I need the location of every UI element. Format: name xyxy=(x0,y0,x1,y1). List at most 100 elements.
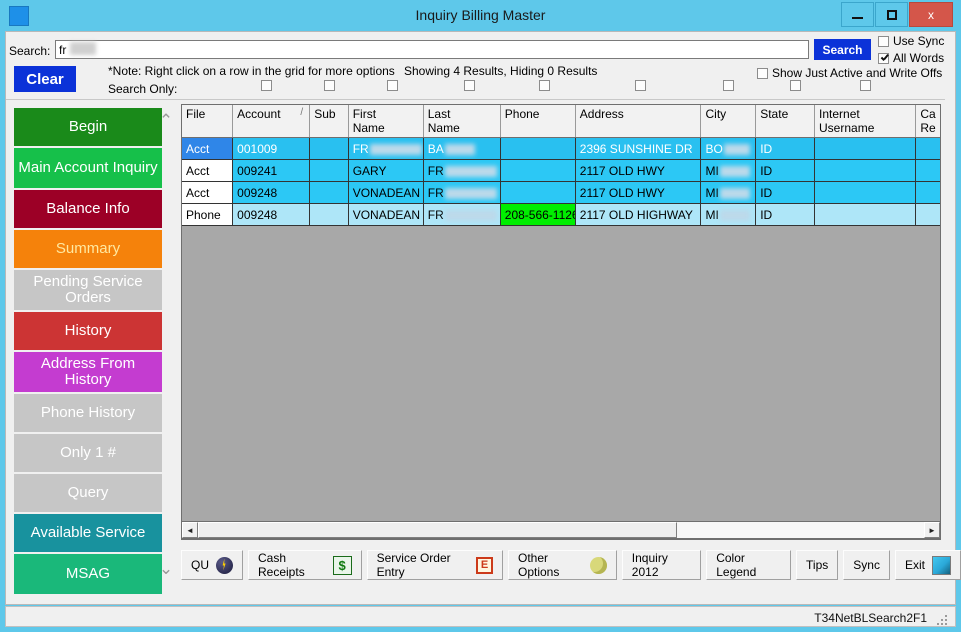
table-row[interactable]: Phone 009248 VONADEAN FR 208-566-1126 2117 OL… xyxy=(182,203,940,226)
sidebar-item-phone-history[interactable]: Phone History xyxy=(14,394,162,432)
sidebar-item-msag[interactable]: MSAG xyxy=(14,554,162,594)
all-words-checkbox[interactable] xyxy=(878,52,889,64)
sidebar-item-only-1[interactable]: Only 1 # xyxy=(14,434,162,472)
cell-file[interactable]: Acct xyxy=(182,181,234,204)
column-header-ca-re[interactable]: Ca Re xyxy=(915,105,940,138)
toolbar-button-service-order-entry[interactable]: Service Order Entry E xyxy=(366,550,503,580)
show-active-writeoffs-checkbox[interactable] xyxy=(757,67,768,79)
cell-last-name[interactable]: FR xyxy=(423,181,501,204)
cell-account[interactable]: 009248 xyxy=(232,203,311,226)
table-row[interactable]: Acct 001009 FR BA 2396 SUNSHINE DR BO ID xyxy=(182,137,940,160)
sidebar-scroll-down[interactable]: ⌄ xyxy=(156,556,176,582)
table-row[interactable]: Acct 009248 VONADEAN FR 2117 OLD HWY MI ID xyxy=(182,181,940,204)
search-input[interactable] xyxy=(55,40,809,59)
cell-last-name[interactable]: BA xyxy=(423,137,501,160)
cell-internet-username[interactable] xyxy=(814,203,917,226)
show-active-writeoffs-option[interactable]: Show Just Active and Write Offs xyxy=(757,66,942,80)
search-only-checkbox-8[interactable] xyxy=(790,80,801,91)
toolbar-button-color-legend[interactable]: Color Legend xyxy=(706,550,792,580)
sidebar-item-history[interactable]: History xyxy=(14,312,162,350)
cell-address[interactable]: 2117 OLD HWY xyxy=(575,159,702,182)
scroll-left-arrow[interactable]: ◄ xyxy=(182,522,198,538)
search-only-checkbox-9[interactable] xyxy=(860,80,871,91)
cell-city[interactable]: BO xyxy=(700,137,757,160)
cell-state[interactable]: ID xyxy=(755,159,816,182)
sidebar-item-begin[interactable]: Begin xyxy=(14,108,162,146)
cell-internet-username[interactable] xyxy=(814,137,917,160)
sidebar-item-query[interactable]: Query xyxy=(14,474,162,512)
search-button[interactable]: Search xyxy=(814,39,871,60)
table-row[interactable]: Acct 009241 GARY FR 2117 OLD HWY MI ID xyxy=(182,159,940,182)
search-only-checkbox-4[interactable] xyxy=(464,80,475,91)
search-only-checkbox-5[interactable] xyxy=(539,80,550,91)
toolbar-button-exit[interactable]: Exit xyxy=(894,550,961,580)
cell-file[interactable]: Phone xyxy=(182,203,234,226)
sidebar-item-main-account-inquiry[interactable]: Main Account Inquiry xyxy=(14,148,162,188)
column-header-file[interactable]: File xyxy=(182,105,234,138)
sidebar-item-balance-info[interactable]: Balance Info xyxy=(14,190,162,228)
sidebar-scroll-up[interactable]: ⌃ xyxy=(156,108,176,134)
cell-phone[interactable] xyxy=(500,159,576,182)
sidebar-item-available-service[interactable]: Available Service xyxy=(14,514,162,552)
resize-grip[interactable] xyxy=(937,615,948,625)
use-sync-checkbox[interactable] xyxy=(878,35,889,47)
column-header-state[interactable]: State xyxy=(755,105,816,138)
cell-last-name[interactable]: FR xyxy=(423,203,501,226)
cell-sub[interactable] xyxy=(309,137,349,160)
search-only-checkbox-6[interactable] xyxy=(635,80,646,91)
toolbar-button-other-options[interactable]: Other Options xyxy=(508,550,617,580)
cell-account[interactable]: 009248 xyxy=(232,181,311,204)
maximize-button[interactable] xyxy=(875,2,908,27)
minimize-button[interactable] xyxy=(841,2,874,27)
cell-first-name[interactable]: GARY xyxy=(348,159,424,182)
cell-file[interactable]: Acct xyxy=(182,137,234,160)
cell-internet-username[interactable] xyxy=(814,159,917,182)
cell-sub[interactable] xyxy=(309,181,349,204)
cell-state[interactable]: ID xyxy=(755,137,816,160)
cell-address[interactable]: 2396 SUNSHINE DR xyxy=(575,137,702,160)
sidebar-item-pending-service-orders[interactable]: Pending Service Orders xyxy=(14,270,162,310)
cell-sub[interactable] xyxy=(309,203,349,226)
all-words-option[interactable]: All Words xyxy=(878,51,944,65)
sidebar-item-summary[interactable]: Summary xyxy=(14,230,162,268)
cell-city[interactable]: MI xyxy=(700,181,757,204)
use-sync-option[interactable]: Use Sync xyxy=(878,34,944,48)
cell-ca-re[interactable] xyxy=(915,203,940,226)
cell-sub[interactable] xyxy=(309,159,349,182)
cell-account[interactable]: 009241 xyxy=(232,159,311,182)
cell-address[interactable]: 2117 OLD HWY xyxy=(575,181,702,204)
cell-ca-re[interactable] xyxy=(915,159,940,182)
scroll-thumb[interactable] xyxy=(198,522,678,538)
column-header-phone[interactable]: Phone xyxy=(500,105,576,138)
search-only-checkbox-3[interactable] xyxy=(387,80,398,91)
results-grid[interactable]: File Account / Sub First Name Last Name Phone Add… xyxy=(181,104,941,540)
cell-state[interactable]: ID xyxy=(755,203,816,226)
cell-account[interactable]: 001009 xyxy=(232,137,311,160)
cell-city[interactable]: MI xyxy=(700,203,757,226)
search-only-checkbox-2[interactable] xyxy=(324,80,335,91)
search-only-checkbox-1[interactable] xyxy=(261,80,272,91)
cell-ca-re[interactable] xyxy=(915,137,940,160)
scroll-right-arrow[interactable]: ► xyxy=(924,522,940,538)
column-header-account[interactable]: Account / xyxy=(232,105,311,138)
toolbar-button-cash-receipts[interactable]: Cash Receipts $ xyxy=(248,550,362,580)
cell-ca-re[interactable] xyxy=(915,181,940,204)
cell-phone[interactable] xyxy=(500,137,576,160)
cell-first-name[interactable]: VONADEAN xyxy=(348,181,424,204)
column-header-sub[interactable]: Sub xyxy=(309,105,349,138)
column-header-internet-username[interactable]: Internet Username xyxy=(814,105,917,138)
sidebar-item-address-from-history[interactable]: Address From History xyxy=(14,352,162,392)
grid-horizontal-scrollbar[interactable]: ◄ ► xyxy=(181,521,941,539)
cell-last-name[interactable]: FR xyxy=(423,159,501,182)
scroll-track[interactable] xyxy=(198,522,924,538)
search-only-checkbox-7[interactable] xyxy=(723,80,734,91)
column-header-first-name[interactable]: First Name xyxy=(348,105,424,138)
cell-phone[interactable] xyxy=(500,181,576,204)
close-button[interactable]: x xyxy=(909,2,953,27)
cell-city[interactable]: MI xyxy=(700,159,757,182)
column-header-last-name[interactable]: Last Name xyxy=(423,105,501,138)
cell-first-name[interactable]: FR xyxy=(348,137,424,160)
cell-file[interactable]: Acct xyxy=(182,159,234,182)
clear-button[interactable]: Clear xyxy=(14,66,76,92)
cell-first-name[interactable]: VONADEAN xyxy=(348,203,424,226)
